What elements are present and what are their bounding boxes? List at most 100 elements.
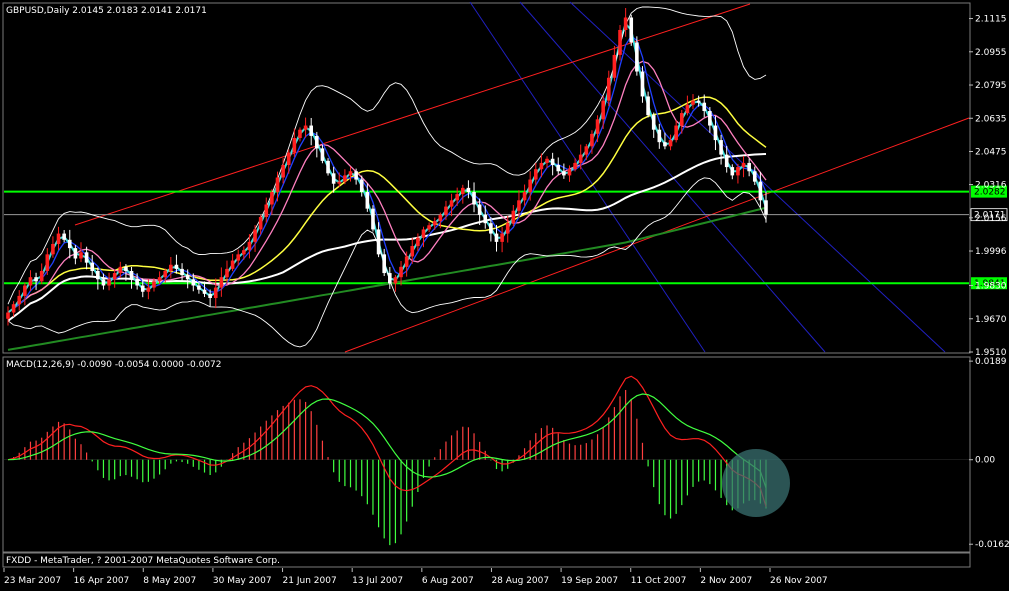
candle-body	[399, 266, 403, 278]
macd-tick-label: 0.0189	[975, 357, 1007, 367]
candle-body	[286, 152, 291, 166]
candle-body	[758, 181, 763, 201]
candle-body	[741, 162, 746, 168]
candle-body	[180, 268, 184, 276]
candle-body	[326, 160, 330, 174]
candle-body	[365, 192, 370, 209]
candle-body	[646, 96, 650, 116]
candle-body	[129, 270, 134, 280]
price-tick-label: 2.0475	[975, 148, 1007, 158]
candle-body	[107, 279, 111, 286]
candle-body	[303, 125, 308, 130]
candle-body	[258, 216, 263, 230]
candle-body	[73, 248, 78, 259]
chart-window: 2.0282 1.9841 2.0171 2.1115 2.0955 2.0795 2.06…	[0, 0, 1009, 587]
candle-body	[635, 42, 639, 72]
candle-body	[691, 100, 695, 105]
candle-body	[185, 275, 190, 280]
candle-body	[309, 125, 313, 136]
candle-body	[724, 154, 729, 168]
price-tick-label: 1.9996	[975, 247, 1007, 257]
candle-body	[505, 223, 510, 234]
candle-body	[764, 200, 768, 215]
candle-body	[157, 277, 162, 282]
candle-body	[62, 233, 66, 240]
candle-body	[84, 252, 89, 263]
candle-body	[281, 165, 285, 178]
candle-body	[354, 171, 358, 180]
candle-body	[6, 312, 10, 319]
candle-body	[242, 250, 246, 255]
candle-body	[34, 277, 38, 282]
candle-body	[606, 77, 611, 101]
axis-layer: 2.02821.98412.01712.11152.09552.07952.06…	[3, 15, 1009, 586]
candle-body	[449, 200, 454, 207]
candle-body	[208, 293, 212, 298]
time-tick-label: 13 Jul 2007	[352, 576, 403, 586]
candle-body	[629, 17, 634, 43]
candle-body	[651, 115, 656, 130]
candle-body	[752, 171, 757, 182]
candle-body	[331, 173, 336, 184]
candle-body	[388, 273, 392, 284]
candle-body	[612, 54, 617, 78]
time-tick-label: 6 Aug 2007	[422, 576, 474, 586]
candle-body	[79, 252, 83, 259]
candle-body	[679, 113, 684, 126]
candle-body	[410, 246, 415, 257]
candle-body	[270, 192, 274, 205]
candle-body	[455, 194, 459, 201]
candle-body	[483, 214, 488, 224]
price-tick-label: 2.1115	[975, 15, 1007, 25]
ma-white-line	[7, 153, 767, 322]
candle-body	[736, 167, 740, 176]
candle-body	[595, 119, 600, 134]
candle-body	[618, 29, 622, 55]
candle-body	[213, 287, 218, 298]
candle-body	[404, 256, 409, 267]
time-tick-label: 2 Nov 2007	[700, 576, 752, 586]
candle-body	[236, 254, 241, 261]
candle-body	[112, 273, 117, 280]
candle-body	[556, 165, 561, 172]
candle-body	[494, 233, 499, 242]
candle-body	[337, 181, 342, 184]
price-tick-label: 2.0635	[975, 114, 1007, 124]
candle-body	[713, 125, 718, 141]
candle-body	[584, 146, 589, 155]
candle-body	[696, 100, 701, 103]
candle-body	[730, 167, 735, 176]
chart-canvas[interactable]: 2.02821.98412.01712.11152.09552.07952.06…	[0, 0, 1009, 587]
candle-body	[292, 138, 297, 153]
candle-body	[320, 148, 325, 161]
candle-body	[118, 266, 123, 274]
candle-body	[343, 175, 347, 182]
candle-body	[511, 210, 516, 224]
time-tick-label: 11 Oct 2007	[631, 576, 687, 586]
candle-body	[348, 171, 353, 176]
candle-body	[230, 260, 235, 269]
candle-body	[567, 169, 572, 176]
price-tick-label: 2.0955	[975, 48, 1007, 58]
candle-body	[56, 233, 61, 244]
candle-body	[135, 279, 139, 286]
candle-body	[146, 287, 151, 292]
candle-body	[90, 262, 95, 271]
candle-body	[545, 158, 549, 163]
candle-body	[298, 129, 302, 139]
candle-body	[264, 204, 269, 217]
candle-body	[315, 135, 319, 149]
candle-body	[416, 237, 420, 247]
candle-body	[202, 289, 207, 294]
candle-body	[668, 140, 673, 147]
macd-tick-label: 0.00	[975, 456, 995, 466]
candle-body	[674, 125, 678, 141]
candle-body	[461, 187, 465, 195]
candle-body	[382, 254, 386, 274]
candle-body	[17, 295, 22, 305]
time-tick-label: 28 Aug 2007	[491, 576, 549, 586]
candle-body	[247, 241, 252, 251]
candle-body	[663, 142, 667, 147]
candle-body	[191, 279, 196, 286]
candle-body	[124, 266, 128, 271]
